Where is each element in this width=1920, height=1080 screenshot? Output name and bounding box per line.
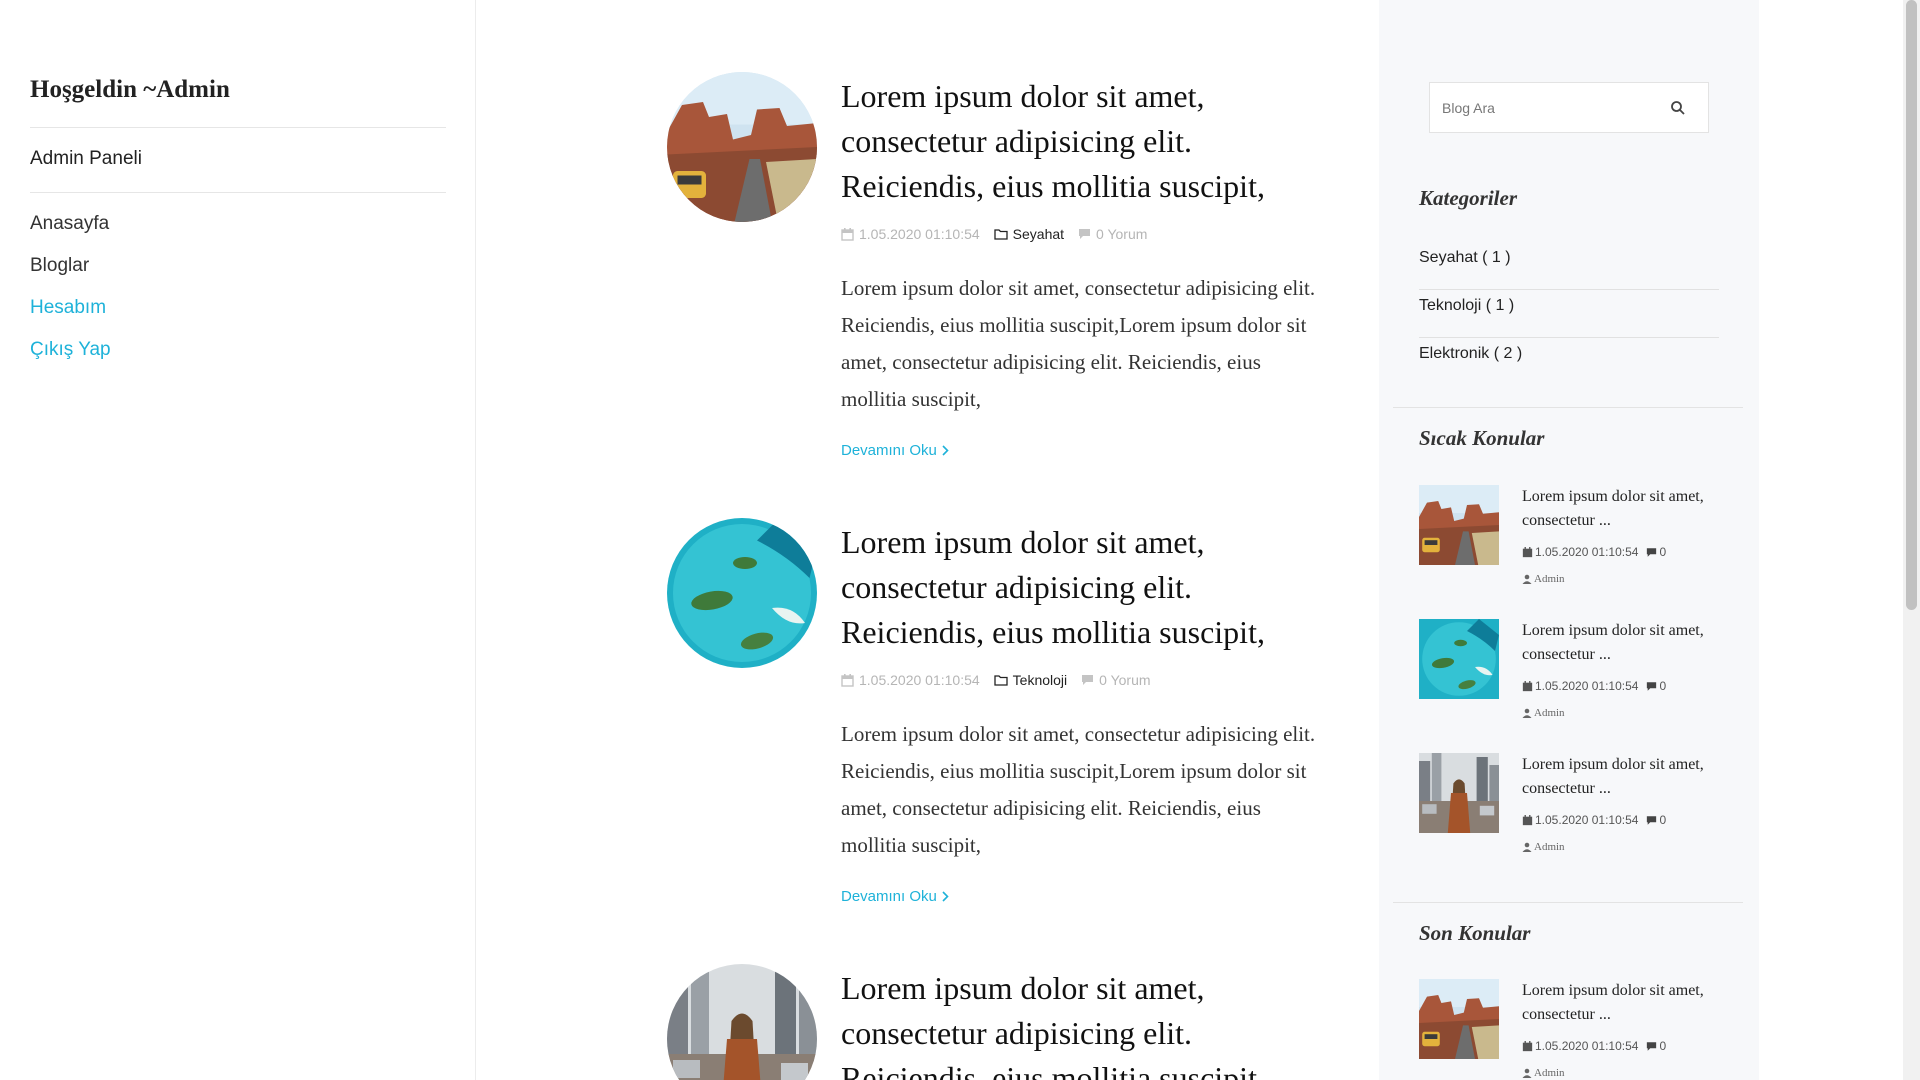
calendar-icon [1522, 1040, 1533, 1051]
recent-topic-meta: 1.05.2020 01:10:54 0 [1522, 1039, 1666, 1053]
hot-topic-item: Lorem ipsum dolor sit amet, consectetur … [1419, 619, 1729, 729]
user-icon [1522, 574, 1532, 584]
read-more-link[interactable]: Devamını Oku [841, 442, 949, 459]
search-icon[interactable] [1670, 100, 1686, 116]
nav-item-cikis-yap[interactable]: Çıkış Yap [30, 338, 111, 380]
post-category[interactable]: Seyahat [1013, 226, 1064, 242]
calendar-icon [1522, 546, 1533, 557]
hot-topic-comments: 0 [1659, 545, 1667, 559]
divider [1393, 407, 1743, 408]
recent-topic-comments: 0 [1659, 1039, 1667, 1053]
welcome-heading: Hoşgeldin ~Admin [30, 76, 230, 103]
calendar-icon [841, 673, 854, 687]
hot-topic-author: Admin [1522, 573, 1565, 585]
post-date: 1.05.2020 01:10:54 [859, 226, 980, 242]
divider [30, 192, 446, 193]
admin-panel-link[interactable]: Admin Paneli [30, 148, 142, 170]
comment-icon [1082, 675, 1094, 685]
right-sidebar: Kategoriler Seyahat ( 1 ) Teknoloji ( 1 … [1379, 0, 1759, 1080]
post-image[interactable] [667, 72, 817, 222]
post-excerpt: Lorem ipsum dolor sit amet, consectetur … [841, 722, 1316, 857]
hot-topic-date: 1.05.2020 01:10:54 [1535, 545, 1639, 559]
hot-topic-title[interactable]: Lorem ipsum dolor sit amet, consectetur … [1522, 619, 1727, 667]
page-scrollbar[interactable] [1903, 0, 1920, 1080]
category-item-seyahat[interactable]: Seyahat ( 1 ) [1419, 242, 1719, 290]
hot-topics-title: Sıcak Konular [1419, 426, 1545, 450]
comment-icon [1647, 1041, 1657, 1051]
read-more-label: Devamını Oku [841, 888, 937, 905]
calendar-icon [1522, 680, 1533, 691]
user-icon [1522, 708, 1532, 718]
post-date: 1.05.2020 01:10:54 [859, 672, 980, 688]
category-list: Seyahat ( 1 ) Teknoloji ( 1 ) Elektronik… [1419, 242, 1719, 386]
category-item-elektronik[interactable]: Elektronik ( 2 ) [1419, 338, 1719, 386]
recent-topic-author-name: Admin [1534, 1067, 1565, 1079]
comment-icon [1647, 547, 1657, 557]
comment-icon [1647, 681, 1657, 691]
hot-topic-author-name: Admin [1534, 573, 1565, 585]
read-more-link[interactable]: Devamını Oku [841, 888, 949, 905]
hot-topic-author: Admin [1522, 707, 1565, 719]
recent-topic-image[interactable] [1419, 979, 1499, 1059]
user-icon [1522, 1068, 1532, 1078]
hot-topic-comments: 0 [1659, 813, 1667, 827]
hot-topic-author-name: Admin [1534, 841, 1565, 853]
categories-title: Kategoriler [1419, 186, 1517, 210]
hot-topic-date: 1.05.2020 01:10:54 [1535, 813, 1639, 827]
recent-topic-item: Lorem ipsum dolor sit amet, consectetur … [1419, 979, 1729, 1080]
folder-icon [994, 675, 1008, 686]
calendar-icon [841, 227, 854, 241]
post-title[interactable]: Lorem ipsum dolor sit amet, consectetur … [841, 520, 1331, 655]
hot-topic-item: Lorem ipsum dolor sit amet, consectetur … [1419, 753, 1729, 863]
calendar-icon [1522, 814, 1533, 825]
post-comments[interactable]: 0 Yorum [1099, 672, 1150, 688]
left-sidebar: Hoşgeldin ~Admin Admin Paneli Anasayfa B… [0, 0, 476, 1080]
comment-icon [1079, 229, 1091, 239]
recent-topics-title: Son Konular [1419, 921, 1531, 945]
post-title[interactable]: Lorem ipsum dolor sit amet, consectetur … [841, 966, 1331, 1080]
read-more-label: Devamını Oku [841, 442, 937, 459]
hot-topic-title[interactable]: Lorem ipsum dolor sit amet, consectetur … [1522, 485, 1727, 533]
recent-topic-title[interactable]: Lorem ipsum dolor sit amet, consectetur … [1522, 979, 1727, 1027]
nav-item-bloglar[interactable]: Bloglar [30, 254, 111, 296]
hot-topic-meta: 1.05.2020 01:10:54 0 [1522, 545, 1666, 559]
blog-search-input[interactable] [1430, 83, 1660, 132]
search-box [1429, 82, 1709, 133]
post-title[interactable]: Lorem ipsum dolor sit amet, consectetur … [841, 74, 1331, 209]
hot-topic-image[interactable] [1419, 753, 1499, 833]
chevron-right-icon [942, 445, 949, 456]
hot-topic-image[interactable] [1419, 619, 1499, 699]
hot-topic-item: Lorem ipsum dolor sit amet, consectetur … [1419, 485, 1729, 595]
comment-icon [1647, 815, 1657, 825]
post-meta: 1.05.2020 01:10:54 Teknoloji 0 Yorum [841, 670, 1331, 690]
nav-item-anasayfa[interactable]: Anasayfa [30, 212, 111, 254]
nav-item-hesabim[interactable]: Hesabım [30, 296, 111, 338]
divider [30, 127, 446, 128]
category-item-teknoloji[interactable]: Teknoloji ( 1 ) [1419, 290, 1719, 338]
divider [1393, 902, 1743, 903]
user-icon [1522, 842, 1532, 852]
chevron-right-icon [942, 891, 949, 902]
post-image[interactable] [667, 518, 817, 668]
post-list: Lorem ipsum dolor sit amet, consectetur … [477, 0, 1379, 1080]
hot-topic-author: Admin [1522, 841, 1565, 853]
post-image[interactable] [667, 964, 817, 1080]
recent-topic-author: Admin [1522, 1067, 1565, 1079]
hot-topic-image[interactable] [1419, 485, 1499, 565]
folder-icon [994, 229, 1008, 240]
scrollbar-thumb[interactable] [1906, 0, 1917, 610]
hot-topic-title[interactable]: Lorem ipsum dolor sit amet, consectetur … [1522, 753, 1727, 801]
post-comments[interactable]: 0 Yorum [1096, 226, 1147, 242]
post-meta: 1.05.2020 01:10:54 Seyahat 0 Yorum [841, 224, 1331, 244]
hot-topic-meta: 1.05.2020 01:10:54 0 [1522, 813, 1666, 827]
recent-topic-date: 1.05.2020 01:10:54 [1535, 1039, 1639, 1053]
hot-topic-author-name: Admin [1534, 707, 1565, 719]
hot-topic-date: 1.05.2020 01:10:54 [1535, 679, 1639, 693]
sidebar-nav: Anasayfa Bloglar Hesabım Çıkış Yap [30, 212, 111, 380]
post-excerpt: Lorem ipsum dolor sit amet, consectetur … [841, 276, 1316, 411]
hot-topic-comments: 0 [1659, 679, 1667, 693]
post-category[interactable]: Teknoloji [1013, 672, 1067, 688]
hot-topic-meta: 1.05.2020 01:10:54 0 [1522, 679, 1666, 693]
